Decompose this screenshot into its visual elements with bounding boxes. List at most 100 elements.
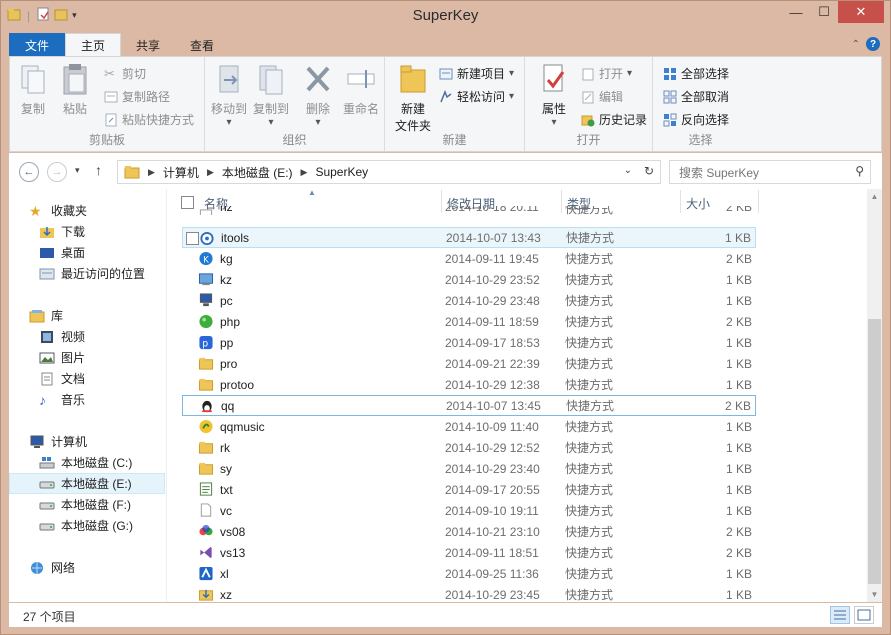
file-date: 2014-10-21 23:10 [445,524,540,539]
forward-button[interactable]: → [47,162,67,182]
file-row[interactable]: Kkg 2014-09-11 19:45 快捷方式 2 KB [182,248,756,269]
ribbon-tabs: 文件 主页 共享 查看 ⌃ ? [9,33,882,57]
invert-selection-button[interactable]: 反向选择 [663,111,729,128]
rename-button[interactable]: 重命名 [343,62,379,117]
file-row[interactable]: txt 2014-09-17 20:55 快捷方式 1 KB [182,479,756,500]
breadcrumb-separator-icon[interactable]: ▶ [148,167,155,178]
scroll-down-arrow-icon[interactable]: ▼ [867,587,882,602]
vs13-icon [200,546,212,559]
delete-button[interactable]: 删除 ▾ [303,62,333,128]
cut-button[interactable]: ✂ 剪切 [104,65,146,82]
breadcrumb-computer[interactable]: 计算机 [163,164,199,181]
address-bar[interactable]: ▶ 计算机 ▶ 本地磁盘 (E:) ▶ SuperKey ⌄ ↻ [117,160,661,184]
file-row[interactable]: sy 2014-10-29 23:40 快捷方式 1 KB [182,458,756,479]
move-to-button[interactable]: 移动到 ▾ [211,62,247,128]
scroll-up-arrow-icon[interactable]: ▲ [867,189,882,204]
nav-drive-e[interactable]: 本地磁盘 (E:) [9,473,165,494]
breadcrumb-separator-icon[interactable]: ▶ [207,167,214,178]
tab-view[interactable]: 查看 [175,33,229,57]
window-controls: — ☐ ✕ [782,1,884,23]
drive-icon [39,481,55,488]
open-button[interactable]: 打开 ▾ [581,65,632,82]
file-row[interactable]: itools 2014-10-07 13:43 快捷方式 1 KB [182,227,756,248]
copy-to-dropdown-icon: ▾ [268,117,274,128]
file-row[interactable]: pro 2014-09-21 22:39 快捷方式 1 KB [182,353,756,374]
easy-access-button[interactable]: 轻松访问 ▾ [439,88,514,105]
nav-music[interactable]: ♪ 音乐 [9,389,165,410]
breadcrumb-drive-e[interactable]: 本地磁盘 (E:) [222,164,293,181]
copy-path-button[interactable]: 复制路径 [104,88,170,105]
file-name: hz [220,206,233,214]
nav-drive-f[interactable]: 本地磁盘 (F:) [9,494,165,515]
edit-button[interactable]: 编辑 [581,88,623,105]
tab-share[interactable]: 共享 [121,33,175,57]
back-button[interactable]: ← [19,162,39,182]
file-row[interactable]: vs13 2014-09-11 18:51 快捷方式 2 KB [182,542,756,563]
file-row[interactable]: rk 2014-10-29 12:52 快捷方式 1 KB [182,437,756,458]
vertical-scrollbar[interactable]: ▲ ▼ [867,189,882,602]
file-row[interactable]: vs08 2014-10-21 23:10 快捷方式 2 KB [182,521,756,542]
paste-shortcut-button[interactable]: 粘贴快捷方式 [104,111,194,128]
nav-pictures[interactable]: 图片 [9,347,165,368]
nav-downloads[interactable]: 下载 [9,221,165,242]
address-dropdown-icon[interactable]: ⌄ [624,165,632,176]
breadcrumb-separator-icon[interactable]: ▶ [301,167,308,178]
qq-penguin-icon [202,400,212,413]
clipboard-group: 复制 粘贴 ✂ 剪切 复制路径 粘贴快捷方式 剪贴板 [10,57,205,151]
close-button[interactable]: ✕ [838,1,884,23]
file-row[interactable]: php 2014-09-11 18:59 快捷方式 2 KB [182,311,756,332]
properties-button[interactable]: 属性 ▾ [539,62,569,128]
select-all-button[interactable]: 全部选择 [663,65,729,82]
tab-home[interactable]: 主页 [65,33,122,57]
scroll-thumb[interactable] [868,319,881,584]
paste-button[interactable]: 粘贴 [60,62,90,117]
new-item-button[interactable]: 新建项目 ▾ [439,65,514,82]
refresh-icon[interactable]: ↻ [644,164,654,178]
collapse-ribbon-icon[interactable]: ⌃ [852,39,860,50]
file-row[interactable]: xz 2014-10-29 23:45 快捷方式 1 KB [182,584,756,602]
file-name: xz [220,587,232,602]
search-input[interactable]: 搜索 SuperKey ⚲ [669,160,871,184]
nav-documents[interactable]: 文档 [9,368,165,389]
nav-drive-g[interactable]: 本地磁盘 (G:) [9,515,165,536]
minimize-button[interactable]: — [782,1,810,23]
file-row[interactable]: qqmusic 2014-10-09 11:40 快捷方式 1 KB [182,416,756,437]
maximize-button[interactable]: ☐ [810,1,838,23]
history-button[interactable]: 历史记录 [581,111,647,128]
file-row[interactable]: vc 2014-09-10 19:11 快捷方式 1 KB [182,500,756,521]
details-view-button[interactable] [830,606,850,624]
search-icon[interactable]: ⚲ [855,164,864,178]
file-row[interactable]: qq 2014-10-07 13:45 快捷方式 2 KB [182,395,756,416]
file-size: 1 KB [725,335,752,350]
file-row[interactable]: protoo 2014-10-29 12:38 快捷方式 1 KB [182,374,756,395]
column-divider[interactable] [758,190,759,213]
nav-network[interactable]: 网络 [9,557,165,578]
file-row[interactable]: kz 2014-10-29 23:52 快捷方式 1 KB [182,269,756,290]
file-row[interactable]: hz 2014-10-18 20:11 快捷方式 2 KB [182,206,756,215]
tab-file[interactable]: 文件 [9,33,65,57]
nav-favorites[interactable]: ★ 收藏夹 [9,200,165,221]
select-none-button[interactable]: 全部取消 [663,88,729,105]
nav-recent[interactable]: 最近访问的位置 [9,263,165,284]
nav-libraries[interactable]: 库 [9,305,165,326]
nav-drive-c[interactable]: 本地磁盘 (C:) [9,452,165,473]
nav-desktop[interactable]: 桌面 [9,242,165,263]
nav-videos[interactable]: 视频 [9,326,165,347]
copy-to-button[interactable]: 复制到 ▾ [253,62,289,128]
file-row[interactable]: xl 2014-09-25 11:36 快捷方式 1 KB [182,563,756,584]
row-checkbox[interactable] [186,232,199,245]
green-circle-icon [199,314,213,329]
nav-computer[interactable]: 计算机 [9,431,165,452]
breadcrumb-superkey[interactable]: SuperKey [315,165,368,179]
new-folder-button[interactable]: 新建 文件夹 [395,62,431,134]
library-icon [29,309,45,322]
help-icon[interactable]: ? [866,37,880,51]
recent-locations-icon[interactable]: ▾ [75,165,80,176]
file-size: 1 KB [725,440,752,455]
file-row[interactable]: p pp 2014-09-17 18:53 快捷方式 1 KB [182,332,756,353]
large-icons-view-button[interactable] [854,606,874,624]
file-row[interactable]: pc 2014-10-29 23:48 快捷方式 1 KB [182,290,756,311]
copy-button[interactable]: 复制 [18,62,48,117]
up-arrow-icon[interactable]: ↑ [95,162,102,178]
navigation-pane: ★ 收藏夹 下载 桌面 最近访问的位置 库 视频 图片 文档 ♪ 音乐 计算机 … [9,189,167,602]
